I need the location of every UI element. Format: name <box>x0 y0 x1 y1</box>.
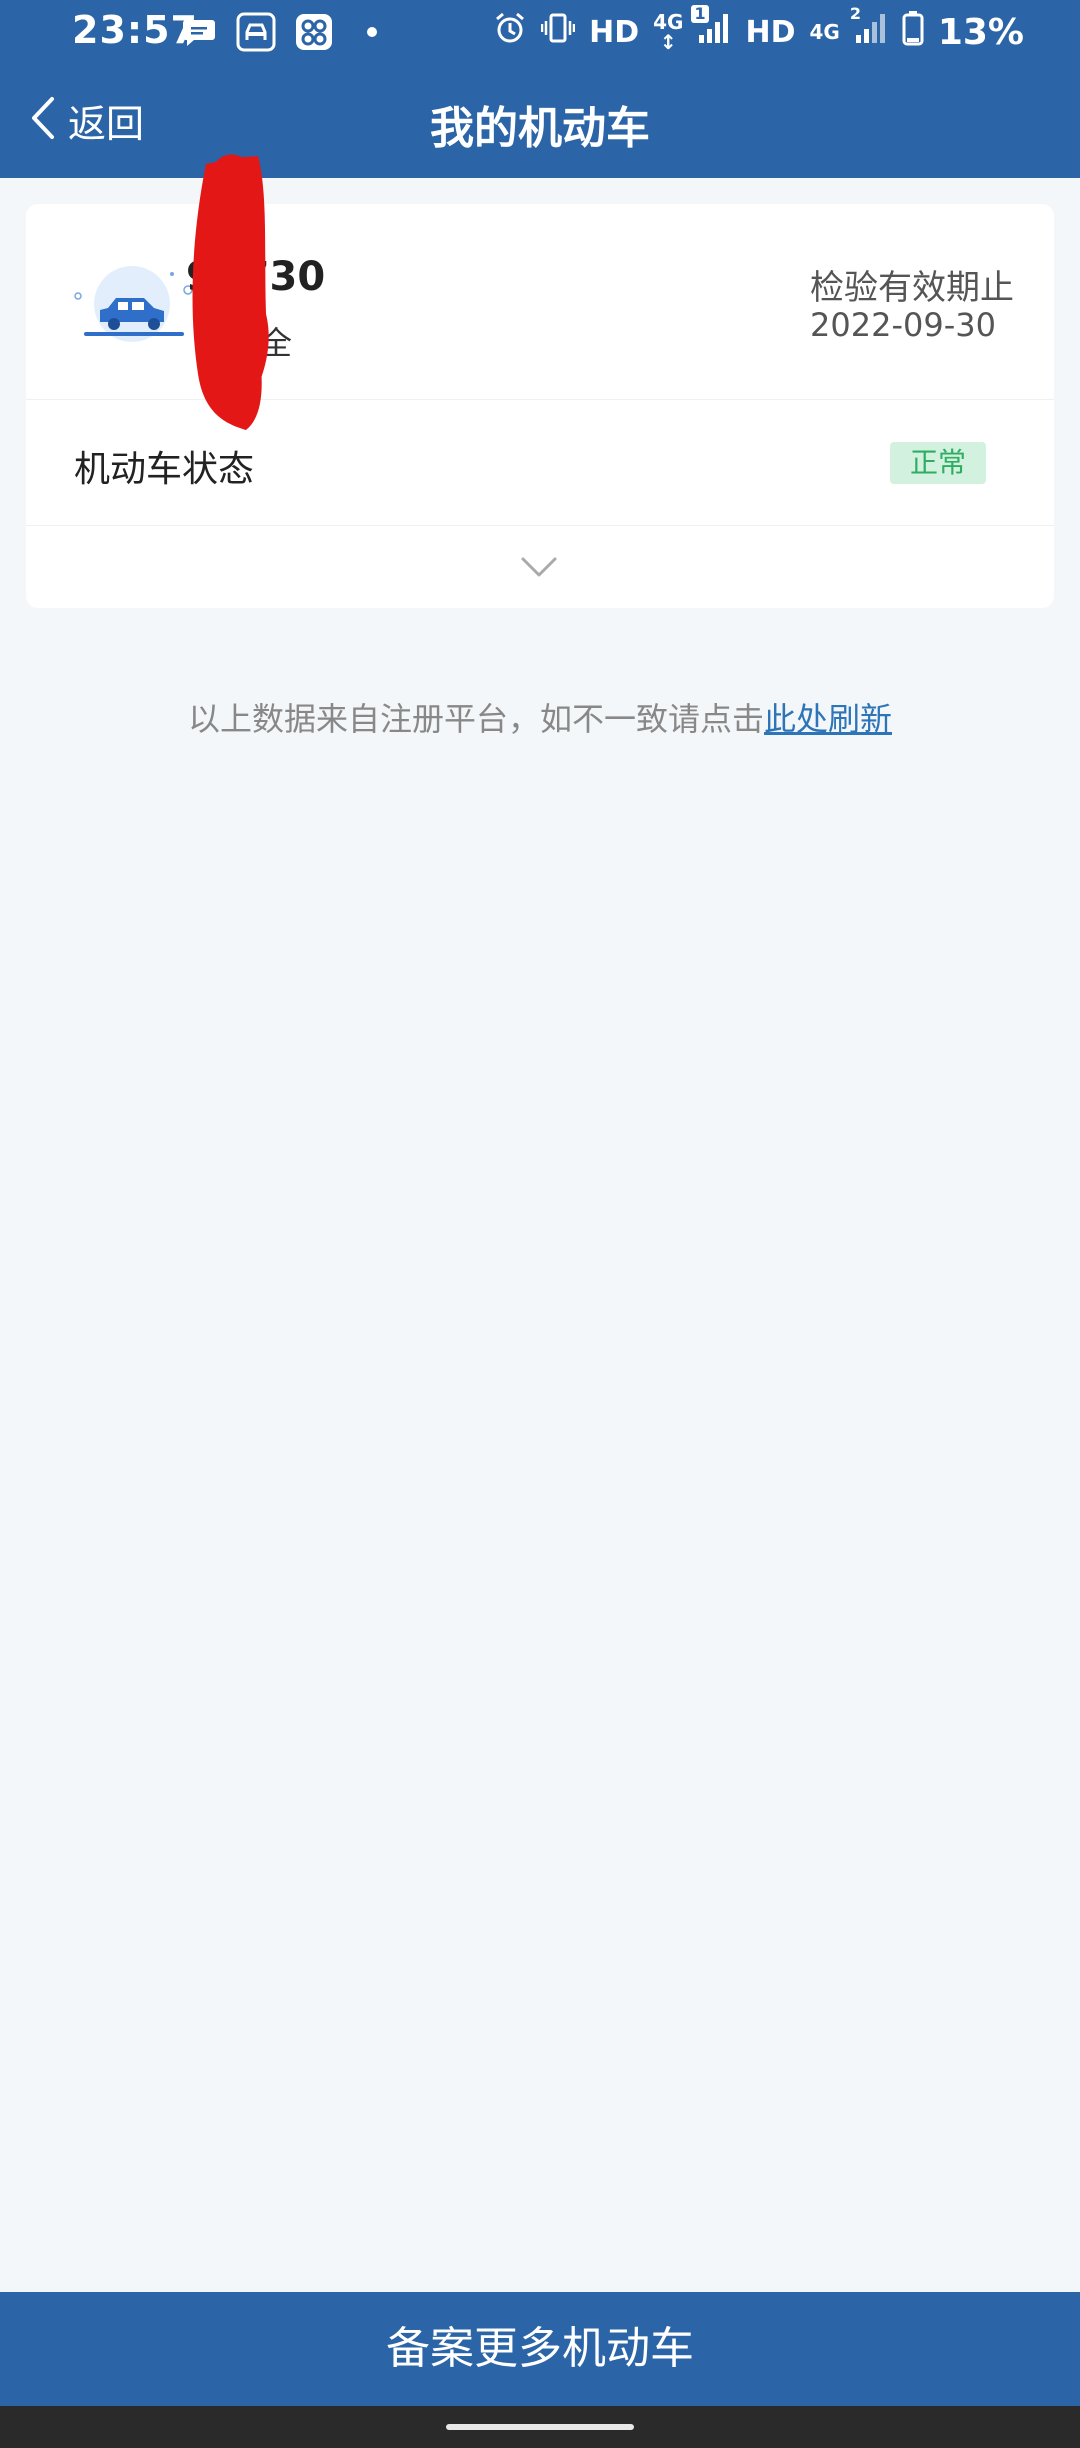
inspection-expiry-date: 2022-09-30 <box>810 306 996 344</box>
network-type-2: 4G <box>809 20 840 44</box>
home-handle[interactable] <box>446 2424 634 2430</box>
signal-icon-2: 2 <box>850 5 888 53</box>
page-title: 我的机动车 <box>430 103 650 154</box>
battery-percent: 13% <box>937 11 1024 53</box>
refresh-link[interactable]: 此处刷新 <box>764 700 892 738</box>
status-bar: 23:57 HD 4G ↕ 1 HD 4G 2 13% <box>0 0 1080 64</box>
vehicle-card[interactable]: 98730 全 检验有效期止 2022-09-30 机动车状态 正常 <box>26 154 1054 608</box>
dot-icon <box>366 12 378 52</box>
vehicle-summary: 98730 全 检验有效期止 2022-09-30 <box>26 204 1054 400</box>
sim-2-badge: 2 <box>849 4 861 23</box>
car-icon <box>70 260 200 360</box>
vehicle-status-row: 机动车状态 正常 <box>26 400 1054 526</box>
network-type-1: 4G <box>653 10 684 34</box>
navigation-gesture-bar <box>0 2406 1080 2448</box>
vehicle-status-label: 机动车状态 <box>74 449 255 490</box>
message-icon <box>182 12 216 52</box>
car-app-icon <box>236 12 276 52</box>
hd-label-2: HD <box>745 14 796 50</box>
network-1: 4G ↕ <box>653 12 683 52</box>
status-right: HD 4G ↕ 1 HD 4G 2 13% <box>493 5 1024 58</box>
redaction-mark <box>192 154 269 430</box>
hd-label: HD <box>589 14 640 50</box>
data-source-text: 以上数据来自注册平台，如不一致请点击 <box>187 700 764 738</box>
alarm-icon <box>493 11 527 53</box>
status-badge: 正常 <box>890 442 986 484</box>
data-source-note: 以上数据来自注册平台，如不一致请点击此处刷新 <box>0 694 1080 740</box>
expand-button[interactable] <box>26 526 1054 608</box>
data-arrows-icon: ↕ <box>659 30 677 54</box>
vibrate-icon <box>540 11 576 53</box>
chevron-down-icon <box>521 557 557 577</box>
app-icon <box>294 12 334 52</box>
signal-icon: 1 <box>691 5 731 53</box>
battery-icon <box>902 10 924 54</box>
nav-bar: 返回 我的机动车 <box>0 64 1080 178</box>
clock: 23:57 <box>72 8 198 52</box>
inspection-expiry-label: 检验有效期止 <box>810 268 1014 308</box>
register-more-vehicles-button[interactable]: 备案更多机动车 <box>0 2292 1080 2406</box>
sim-1-badge: 1 <box>691 5 709 23</box>
